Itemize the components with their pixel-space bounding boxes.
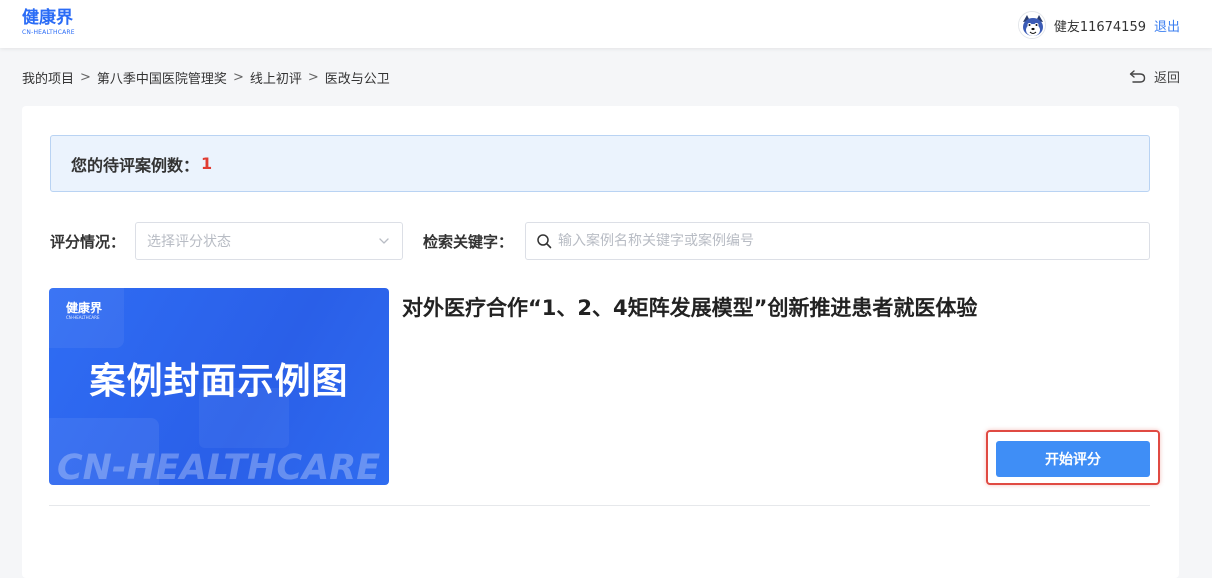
breadcrumb-item-online-review[interactable]: 线上初评 bbox=[250, 68, 302, 87]
keyword-search-input[interactable] bbox=[558, 233, 1118, 249]
breadcrumb-separator: > bbox=[80, 70, 91, 85]
cover-logo-text: 健康界 bbox=[66, 301, 103, 315]
logo-text: 健康界 bbox=[22, 8, 73, 28]
breadcrumb-item-my-projects[interactable]: 我的项目 bbox=[22, 68, 74, 87]
start-button-highlight: 开始评分 bbox=[986, 430, 1160, 485]
start-scoring-button[interactable]: 开始评分 bbox=[996, 441, 1150, 477]
avatar-cartoon-icon bbox=[1018, 12, 1045, 38]
case-title[interactable]: 对外医疗合作“1、2、4矩阵发展模型”创新推进患者就医体验 bbox=[402, 292, 1162, 322]
breadcrumb: 我的项目 > 第八季中国医院管理奖 > 线上初评 > 医改与公卫 bbox=[22, 68, 390, 87]
back-label: 返回 bbox=[1153, 71, 1180, 86]
avatar[interactable] bbox=[1017, 11, 1046, 39]
pending-label: 您的待评案例数： bbox=[71, 155, 200, 175]
divider bbox=[49, 505, 1150, 506]
breadcrumb-separator: > bbox=[232, 70, 244, 85]
back-button[interactable]: 返回 bbox=[1129, 67, 1180, 86]
pending-count: 1 bbox=[201, 154, 213, 173]
logo-subtext: CN-HEALTHCARE bbox=[22, 29, 75, 36]
keyword-filter-label: 检索关键字： bbox=[423, 233, 514, 251]
user-area: 健友11674159 退出 bbox=[1017, 10, 1180, 40]
status-select[interactable]: 选择评分状态 bbox=[135, 222, 403, 260]
keyword-search-box[interactable] bbox=[525, 222, 1150, 260]
cover-watermark: CN-HEALTHCARE bbox=[57, 448, 381, 485]
breadcrumb-item-category: 医改与公卫 bbox=[324, 72, 390, 87]
logout-link[interactable]: 退出 bbox=[1154, 16, 1180, 35]
return-arrow-icon bbox=[1129, 70, 1146, 83]
pending-cases-banner: 您的待评案例数： 1 bbox=[50, 135, 1150, 192]
search-icon bbox=[537, 234, 552, 249]
content-card: 您的待评案例数： 1 评分情况： 选择评分状态 检索关键字： 健康界 CN-HE… bbox=[22, 106, 1179, 578]
logo[interactable]: 健康界 CN-HEALTHCARE bbox=[22, 8, 75, 36]
cover-logo-subtext: CN-HEALTHCARE bbox=[66, 315, 100, 320]
status-filter-label: 评分情况： bbox=[50, 233, 126, 251]
breadcrumb-separator: > bbox=[307, 70, 319, 85]
breadcrumb-item-award[interactable]: 第八季中国医院管理奖 bbox=[97, 68, 227, 87]
username: 健友11674159 bbox=[1053, 19, 1146, 35]
cover-title: 案例封面示例图 bbox=[89, 361, 349, 402]
top-header: 健康界 CN-HEALTHCARE 健友11674159 退出 bbox=[0, 0, 1212, 48]
chevron-down-icon bbox=[379, 238, 389, 244]
cover-logo: 健康界 CN-HEALTHCARE bbox=[66, 301, 102, 320]
status-select-placeholder: 选择评分状态 bbox=[147, 234, 231, 250]
case-cover-image[interactable]: 健康界 CN-HEALTHCARE 案例封面示例图 CN-HEALTHCARE bbox=[49, 288, 389, 485]
